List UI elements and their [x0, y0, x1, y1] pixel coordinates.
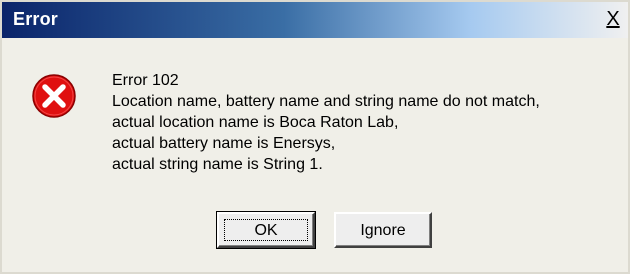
message-line: actual location name is Boca Raton Lab, [112, 114, 399, 131]
ok-button-label: OK [254, 222, 278, 239]
title-bar[interactable]: Error X [2, 2, 628, 38]
error-dialog: Error X Error 102 Location name, battery… [0, 0, 630, 274]
message-line: actual battery name is Enersys, [112, 135, 336, 152]
message-line: actual string name is String 1. [112, 156, 323, 173]
close-button[interactable]: X [602, 8, 624, 30]
message-line: Location name, battery name and string n… [112, 93, 540, 110]
message-line: Error 102 [112, 72, 179, 89]
error-icon [32, 74, 76, 118]
ignore-button[interactable]: Ignore [334, 212, 432, 248]
ignore-button-label: Ignore [360, 222, 406, 239]
dialog-title: Error [13, 9, 59, 29]
error-message: Error 102 Location name, battery name an… [112, 70, 540, 175]
ok-button[interactable]: OK [216, 211, 316, 249]
